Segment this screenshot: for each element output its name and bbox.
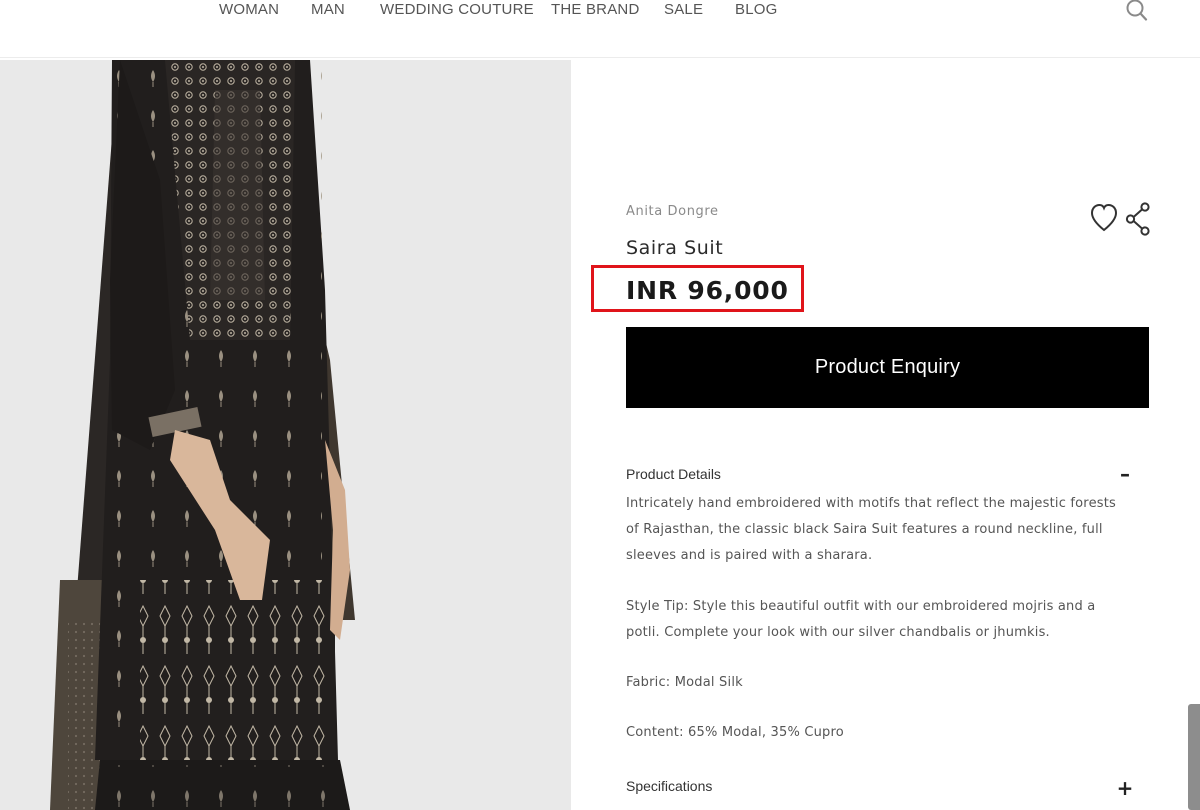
nav-item-the-brand[interactable]: THE BRAND bbox=[551, 0, 639, 20]
nav-item-sale[interactable]: SALE bbox=[664, 0, 703, 20]
scrollbar-thumb[interactable] bbox=[1188, 704, 1200, 810]
nav-item-blog[interactable]: BLOG bbox=[735, 0, 777, 20]
collapse-icon[interactable]: – bbox=[1116, 464, 1134, 484]
top-navigation: WOMAN MAN WEDDING COUTURE THE BRAND SALE… bbox=[0, 0, 1200, 58]
brand-name[interactable]: Anita Dongre bbox=[626, 204, 719, 219]
nav-item-man[interactable]: MAN bbox=[311, 0, 345, 20]
product-details-header[interactable]: Product Details bbox=[626, 466, 721, 482]
product-price: INR 96,000 bbox=[626, 276, 789, 305]
product-title: Saira Suit bbox=[626, 237, 724, 259]
nav-item-wedding-couture[interactable]: WEDDING COUTURE bbox=[380, 0, 534, 20]
product-description: Intricately hand embroidered with motifs… bbox=[626, 496, 1117, 563]
heart-icon[interactable] bbox=[1090, 203, 1118, 233]
product-enquiry-button[interactable]: Product Enquiry bbox=[626, 327, 1149, 408]
search-icon[interactable] bbox=[1124, 0, 1150, 24]
content-info: Content: 65% Modal, 35% Cupro bbox=[626, 725, 844, 740]
specifications-header[interactable]: Specifications bbox=[626, 778, 712, 794]
nav-item-woman[interactable]: WOMAN bbox=[219, 0, 279, 20]
product-image[interactable] bbox=[0, 60, 571, 810]
expand-icon[interactable]: + bbox=[1116, 778, 1134, 798]
fabric-info: Fabric: Modal Silk bbox=[626, 675, 743, 690]
style-tip: Style Tip: Style this beautiful outfit w… bbox=[626, 599, 1096, 640]
share-icon[interactable] bbox=[1125, 202, 1151, 236]
